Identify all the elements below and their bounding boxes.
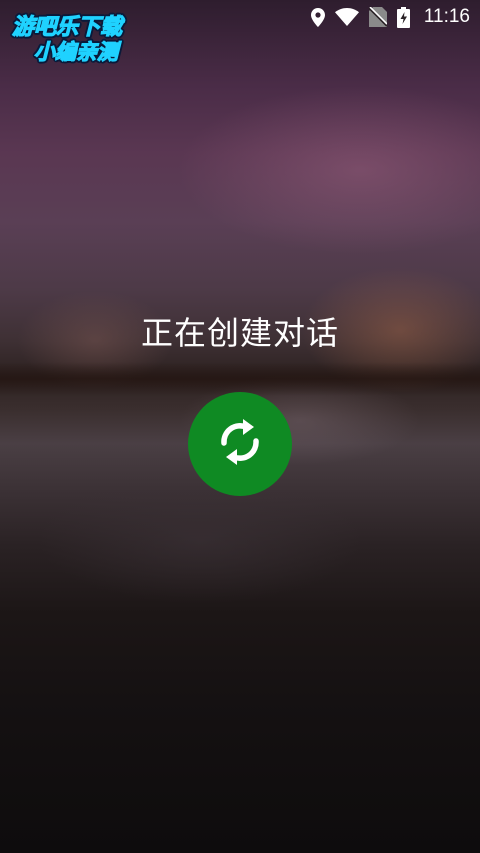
svg-text:游吧乐下载: 游吧乐下载 [12, 15, 125, 40]
location-icon [310, 7, 325, 27]
battery-charging-icon [396, 6, 410, 28]
status-bar: 11:16 [310, 0, 480, 34]
svg-text:小编亲测: 小编亲测 [34, 40, 122, 64]
sync-icon [216, 416, 264, 472]
watermark-logo: 游吧乐下载 游吧乐下载 小编亲测 小编亲测 [8, 8, 150, 67]
wifi-icon [334, 8, 359, 26]
page-title: 正在创建对话 [140, 314, 339, 352]
background-horizon-band [0, 362, 480, 396]
status-time: 11:16 [423, 6, 470, 27]
no-sim-icon [368, 7, 387, 27]
loading-spinner [188, 392, 292, 496]
